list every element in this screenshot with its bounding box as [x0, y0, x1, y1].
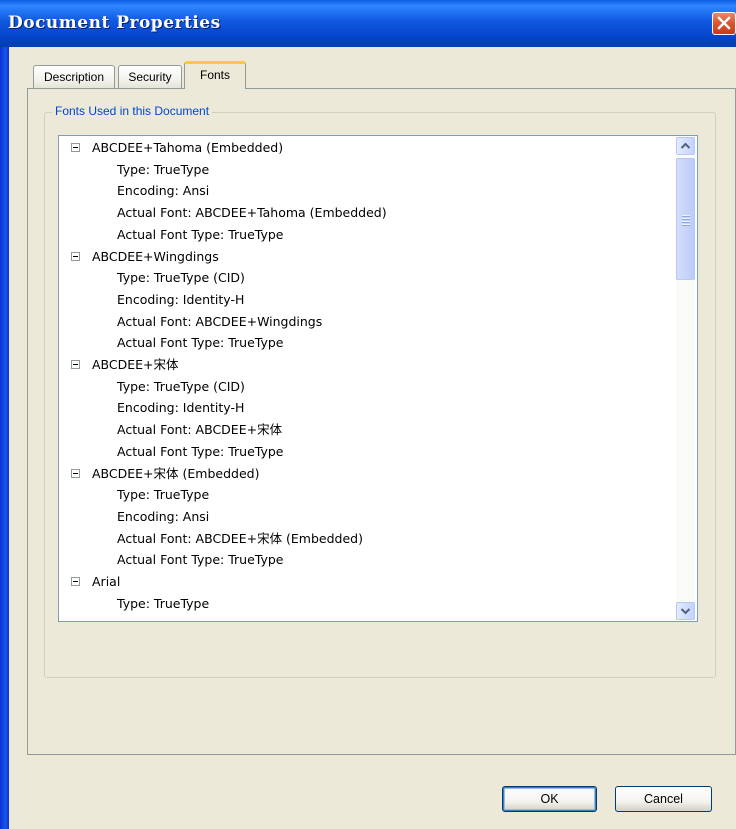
tab-security[interactable]: Security	[118, 65, 182, 88]
fonts-tree[interactable]: ABCDEE+Tahoma (Embedded) Type: TrueType En…	[58, 135, 698, 622]
font-property-node[interactable]: Actual Font Type: TrueType	[117, 224, 283, 245]
font-property-node[interactable]: Type: TrueType (CID)	[117, 376, 245, 397]
font-property-node[interactable]: Encoding: Ansi	[117, 180, 209, 201]
font-property-node[interactable]: Actual Font Type: TrueType	[117, 332, 283, 353]
font-property-node[interactable]: Type: TrueType	[117, 484, 209, 505]
collapse-minus-icon[interactable]	[71, 251, 80, 261]
font-name-node[interactable]: Arial	[92, 571, 120, 592]
font-name-node[interactable]: ABCDEE+Wingdings	[92, 246, 219, 267]
chevron-down-icon	[680, 608, 691, 615]
title-bar[interactable]: Document Properties	[0, 0, 736, 47]
font-property-node[interactable]: Encoding: Ansi	[117, 506, 209, 527]
tab-fonts[interactable]: Fonts	[184, 61, 246, 89]
font-property-node[interactable]: Actual Font Type: TrueType	[117, 441, 283, 462]
font-property-node[interactable]: Actual Font: ABCDEE+Tahoma (Embedded)	[117, 202, 387, 223]
tab-description-label: Description	[43, 70, 105, 84]
font-property-node[interactable]: Type: TrueType	[117, 159, 209, 180]
font-property-node[interactable]: Type: TrueType	[117, 593, 209, 614]
cancel-button-label: Cancel	[644, 792, 683, 806]
scroll-up-button[interactable]	[676, 137, 695, 155]
tab-security-label: Security	[128, 70, 172, 84]
vertical-scrollbar[interactable]	[676, 137, 695, 620]
window-title: Document Properties	[8, 13, 221, 33]
window-frame-left	[0, 47, 9, 829]
font-property-node[interactable]: Encoding: Identity-H	[117, 289, 244, 310]
collapse-minus-icon[interactable]	[71, 577, 80, 586]
scroll-thumb[interactable]	[676, 158, 695, 280]
font-property-node[interactable]: Actual Font: ABCDEE+宋体 (Embedded)	[117, 528, 363, 549]
tab-fonts-label: Fonts	[199, 68, 230, 82]
ok-button[interactable]: OK	[502, 786, 597, 812]
ok-button-label: OK	[540, 792, 559, 806]
collapse-minus-icon[interactable]	[71, 360, 80, 369]
font-property-node[interactable]: Actual Font: ABCDEE+Wingdings	[117, 311, 322, 332]
scroll-down-button[interactable]	[676, 602, 695, 620]
font-property-node[interactable]: Actual Font Type: TrueType	[117, 549, 283, 570]
tab-description[interactable]: Description	[33, 65, 115, 88]
font-property-node[interactable]: Type: TrueType (CID)	[117, 267, 245, 288]
cancel-button[interactable]: Cancel	[615, 786, 712, 812]
groupbox-label: Fonts Used in this Document	[52, 104, 213, 118]
font-property-node[interactable]: Encoding: Identity-H	[117, 397, 244, 418]
font-name-node[interactable]: ABCDEE+Tahoma (Embedded)	[92, 137, 283, 158]
close-icon[interactable]	[712, 12, 736, 35]
font-name-node[interactable]: ABCDEE+宋体 (Embedded)	[92, 463, 259, 484]
chevron-up-icon	[680, 142, 691, 149]
font-name-node[interactable]: ABCDEE+宋体	[92, 354, 179, 375]
font-property-node[interactable]: Actual Font: ABCDEE+宋体	[117, 419, 282, 440]
collapse-minus-icon[interactable]	[71, 143, 80, 152]
collapse-minus-icon[interactable]	[71, 468, 80, 478]
